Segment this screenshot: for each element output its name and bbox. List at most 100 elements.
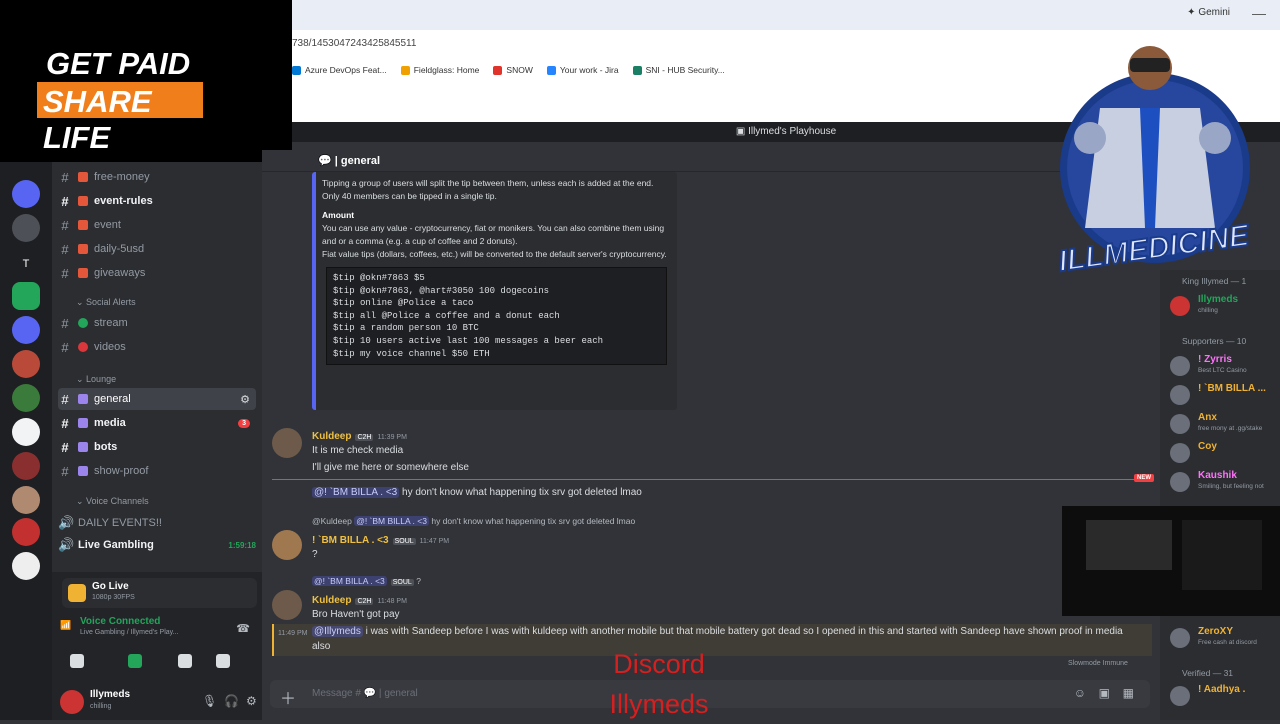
- hash-icon: #: [61, 315, 69, 331]
- channel-sidebar: ⌄ Social Alerts ⌄ Lounge ⌄ Voice Channel…: [52, 162, 262, 720]
- role-tag: C2H: [355, 598, 374, 605]
- settings-gear-icon[interactable]: ⚙: [246, 694, 257, 708]
- channel-event[interactable]: # event: [58, 214, 256, 236]
- activities-icon[interactable]: [178, 654, 192, 668]
- member-item[interactable]: ZeroXY Free cash at discord: [1166, 626, 1280, 650]
- category-label: Voice Channels: [86, 496, 149, 506]
- channel-media[interactable]: # media 3: [58, 412, 256, 434]
- channel-emoji-icon: [78, 442, 88, 452]
- member-item[interactable]: ! Zyrris Best LTC Casino: [1166, 354, 1280, 378]
- go-live-button[interactable]: Go Live 1080p 30FPS: [62, 578, 257, 608]
- channel-stream[interactable]: # stream: [58, 312, 256, 334]
- video-icon[interactable]: [70, 654, 84, 668]
- channel-header: 💬 | general: [262, 150, 1180, 172]
- gift-emoji-icon: [78, 268, 88, 278]
- mention[interactable]: @! `BM BILLA . <3: [354, 516, 429, 526]
- status-dot-icon: [78, 342, 88, 352]
- mention[interactable]: @! `BM BILLA . <3: [312, 487, 400, 498]
- server-icon-11[interactable]: [12, 518, 40, 546]
- channel-show-proof[interactable]: # show-proof: [58, 460, 256, 482]
- server-icon-1[interactable]: [12, 180, 40, 208]
- voice-channel-live-gambling[interactable]: 🔊 Live Gambling 1:59:18: [58, 534, 256, 556]
- stream-preview-thumbnail: [1062, 506, 1280, 616]
- channel-daily-5usd[interactable]: # daily-5usd: [58, 238, 256, 260]
- channel-label: giveaways: [94, 267, 146, 279]
- reply-author[interactable]: @Kuldeep: [312, 516, 352, 526]
- channel-free-money[interactable]: # free-money: [58, 166, 256, 188]
- channel-bots[interactable]: # bots: [58, 436, 256, 458]
- avatar[interactable]: [272, 530, 302, 560]
- member-item[interactable]: ! `BM BILLA ...: [1166, 383, 1280, 407]
- member-item[interactable]: Anx free mony at .gg/stake: [1166, 412, 1280, 436]
- avatar[interactable]: [60, 690, 84, 714]
- apps-icon[interactable]: ▦: [1123, 686, 1134, 700]
- server-icon-2[interactable]: [12, 214, 40, 242]
- author[interactable]: Kuldeep: [312, 595, 351, 606]
- promo-line2: SHARE LIFE: [43, 84, 152, 155]
- gif-icon[interactable]: ▣: [1099, 686, 1110, 700]
- headset-icon[interactable]: 🎧: [224, 694, 239, 708]
- member-name: ! Aadhya .: [1198, 684, 1246, 695]
- channel-event-rules[interactable]: # event-rules: [58, 190, 256, 212]
- screenshare-icon[interactable]: [128, 654, 142, 668]
- gift-emoji-icon: [78, 172, 88, 182]
- hash-icon: #: [61, 265, 69, 281]
- bookmark-item[interactable]: Your work - Jira: [546, 65, 619, 75]
- voice-channel-daily-events[interactable]: 🔊 DAILY EVENTS!!: [58, 512, 256, 534]
- slowmode-indicator: Slowmode Immune: [1068, 660, 1128, 667]
- channel-label: daily-5usd: [94, 243, 145, 255]
- soundboard-icon[interactable]: [216, 654, 230, 668]
- server-icon-5[interactable]: [12, 316, 40, 344]
- avatar[interactable]: [272, 428, 302, 458]
- message-continued: @! `BM BILLA . <3 hy don't know what hap…: [312, 484, 1192, 501]
- category-social-alerts[interactable]: ⌄ Social Alerts: [76, 297, 136, 308]
- server-icon-9[interactable]: [12, 452, 40, 480]
- avatar: [1170, 472, 1190, 492]
- server-icon-7[interactable]: [12, 384, 40, 412]
- category-voice-channels[interactable]: ⌄ Voice Channels: [76, 496, 149, 507]
- mention[interactable]: @Illymeds: [312, 626, 363, 637]
- avatar: [1170, 414, 1190, 434]
- channel-emoji-icon: [78, 466, 88, 476]
- category-lounge[interactable]: ⌄ Lounge: [76, 374, 116, 385]
- member-item[interactable]: Coy: [1166, 441, 1280, 465]
- hash-icon: #: [61, 217, 69, 233]
- server-icon-t[interactable]: T: [12, 250, 40, 278]
- server-icon-4[interactable]: [12, 282, 40, 310]
- mention[interactable]: @! `BM BILLA . <3: [312, 576, 387, 586]
- channel-general[interactable]: # general ⚙: [58, 388, 256, 410]
- gift-icon[interactable]: ☺: [1074, 686, 1086, 700]
- minimize-icon[interactable]: —: [1252, 5, 1266, 21]
- member-item[interactable]: Kaushik Smiling, but feeling not: [1166, 470, 1280, 494]
- gemini-button[interactable]: ✦ Gemini: [1187, 7, 1230, 18]
- avatar[interactable]: [272, 590, 302, 620]
- placeholder-channel: general: [384, 688, 418, 699]
- bookmark-icon: [400, 65, 410, 75]
- bookmark-label: Your work - Jira: [559, 65, 619, 75]
- server-icon-8[interactable]: [12, 418, 40, 446]
- mic-icon[interactable]: 🎙: [202, 694, 217, 708]
- bookmark-item[interactable]: Fieldglass: Home: [400, 65, 479, 75]
- channel-label: event-rules: [94, 195, 153, 207]
- disconnect-icon[interactable]: ☎: [236, 622, 250, 635]
- voice-location: Live Gambling / Illymed's Play...: [80, 629, 179, 636]
- add-attachment-icon[interactable]: ＋: [280, 685, 296, 709]
- bookmark-item[interactable]: SNOW: [493, 65, 533, 75]
- author[interactable]: ! `BM BILLA . <3: [312, 535, 389, 546]
- bookmark-item[interactable]: SNI - HUB Security...: [632, 65, 725, 75]
- reply-text: ?: [416, 576, 421, 586]
- member-item[interactable]: Illymeds chilling: [1166, 294, 1280, 318]
- channel-videos[interactable]: # videos: [58, 336, 256, 358]
- settings-gear-icon[interactable]: ⚙: [240, 393, 250, 406]
- author[interactable]: Kuldeep: [312, 431, 351, 442]
- channel-giveaways[interactable]: # giveaways: [58, 262, 256, 284]
- member-item[interactable]: ! Aadhya .: [1166, 684, 1280, 708]
- server-icon-12[interactable]: [12, 552, 40, 580]
- speaker-icon: 🔊: [58, 537, 75, 552]
- message-text: I'll give me here or somewhere else: [312, 462, 469, 473]
- preview-window: [1086, 520, 1172, 570]
- bookmark-item[interactable]: Azure DevOps Feat...: [292, 65, 387, 75]
- server-icon-6[interactable]: [12, 350, 40, 378]
- avatar: [1170, 385, 1190, 405]
- server-icon-10[interactable]: [12, 486, 40, 514]
